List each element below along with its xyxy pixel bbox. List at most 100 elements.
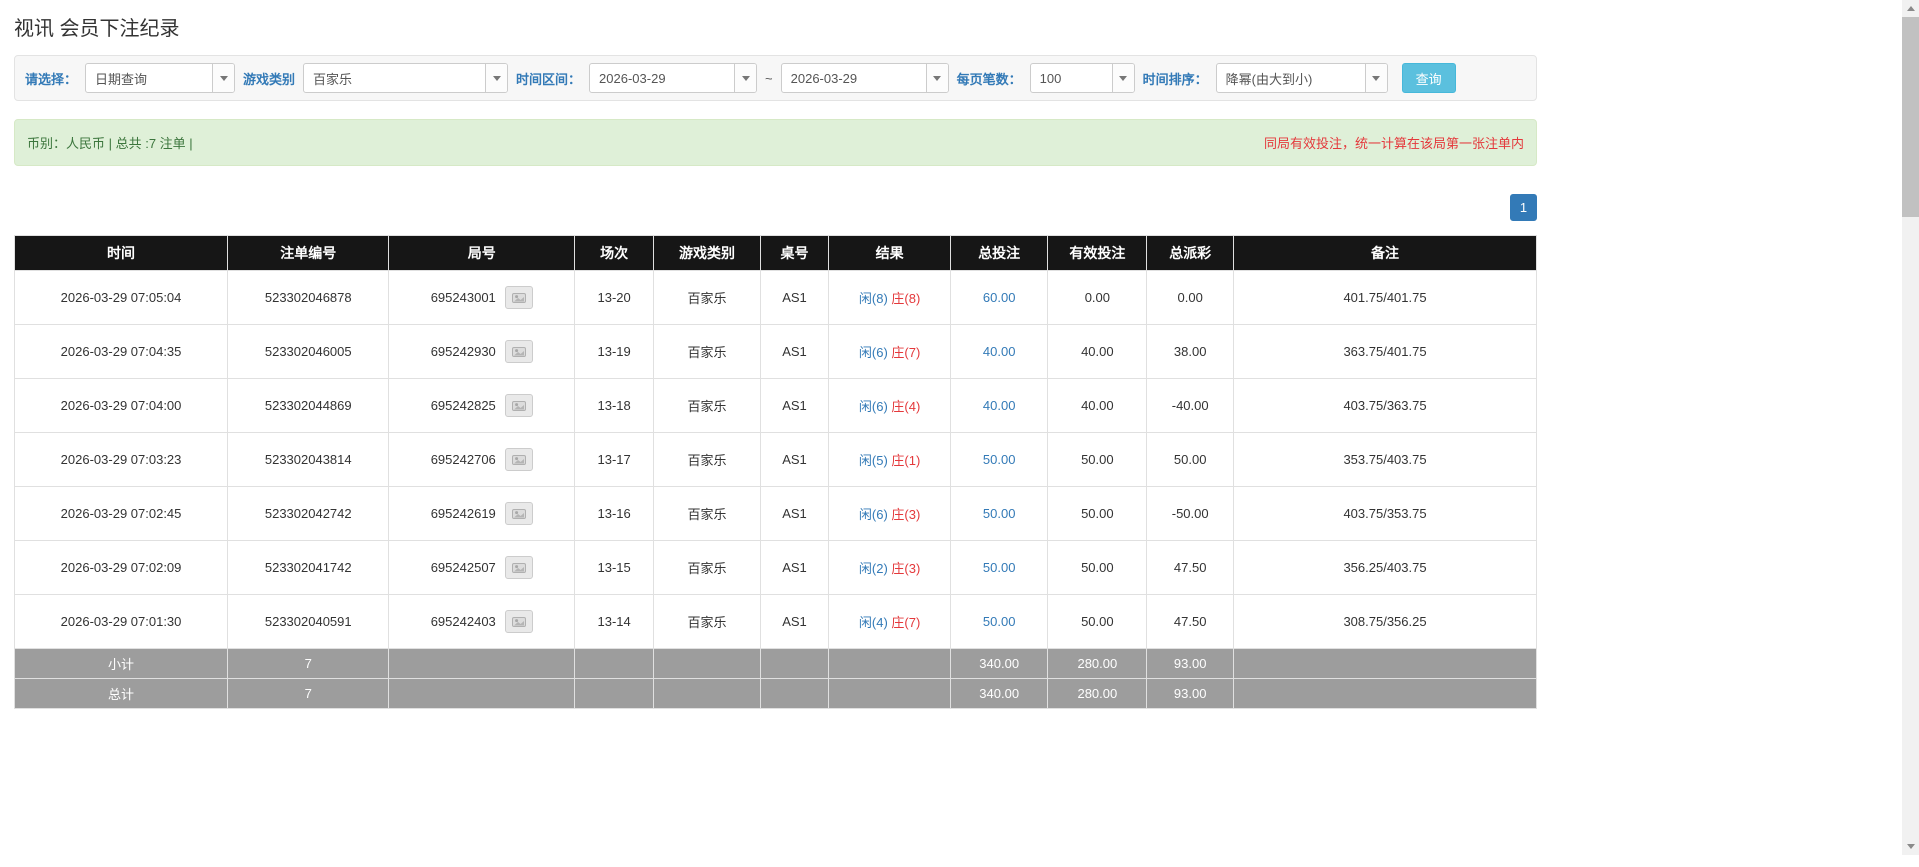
total-bet-link[interactable]: 50.00 <box>983 506 1016 521</box>
cell-game-type: 百家乐 <box>653 486 761 541</box>
pagination: 1 <box>14 194 1537 221</box>
total-empty-cell <box>759 678 830 709</box>
total-empty-cell <box>828 678 951 709</box>
cell-total-bet: 50.00 <box>949 486 1049 541</box>
date-to-caret-icon[interactable] <box>925 64 948 92</box>
time-sort-label: 时间排序： <box>1142 71 1208 87</box>
total-bet-link[interactable]: 50.00 <box>983 614 1016 629</box>
subtotal-count: 7 <box>227 648 390 679</box>
cell-bet-id: 523302046878 <box>227 270 390 325</box>
col-header-round-id: 局号 <box>388 235 576 271</box>
cell-result: 闲(6) 庄(7) <box>828 324 951 379</box>
col-header-bet-id: 注单编号 <box>227 235 390 271</box>
game-type-combo[interactable] <box>303 63 509 93</box>
game-replay-button[interactable] <box>504 502 533 525</box>
cell-result: 闲(6) 庄(4) <box>828 378 951 433</box>
cell-valid-bet: 50.00 <box>1047 594 1148 649</box>
time-sort-caret-icon[interactable] <box>1364 64 1387 92</box>
scrollbar[interactable] <box>1902 0 1919 855</box>
result-banker: 庄(3) <box>891 561 921 576</box>
cell-game-type: 百家乐 <box>653 378 761 433</box>
game-type-input[interactable] <box>304 64 486 92</box>
cell-payout: 50.00 <box>1146 432 1235 487</box>
cell-time: 2026-03-29 07:02:45 <box>13 486 229 541</box>
cell-result: 闲(8) 庄(8) <box>828 270 951 325</box>
round-id-text: 695242507 <box>430 560 496 575</box>
game-replay-button[interactable] <box>504 394 533 417</box>
pagination-page-1[interactable]: 1 <box>1510 194 1537 221</box>
cell-game-type: 百家乐 <box>653 324 761 379</box>
game-replay-button[interactable] <box>504 340 533 363</box>
total-bet-link[interactable]: 50.00 <box>983 452 1016 467</box>
subtotal-total-bet: 340.00 <box>949 648 1049 679</box>
cell-total-bet: 50.00 <box>949 594 1049 649</box>
date-to-input[interactable] <box>781 64 926 92</box>
result-banker: 庄(7) <box>891 615 921 630</box>
total-empty-cell <box>1233 678 1537 709</box>
scrollbar-thumb[interactable] <box>1902 17 1919 217</box>
date-from-caret-icon[interactable] <box>734 64 757 92</box>
cell-remark: 308.75/356.25 <box>1233 594 1537 649</box>
col-header-valid-bet: 有效投注 <box>1047 235 1148 271</box>
subtotal-label: 小计 <box>13 648 229 679</box>
result-player: 闲(5) <box>858 453 888 468</box>
cell-result: 闲(2) 庄(3) <box>828 540 951 595</box>
total-bet-link[interactable]: 60.00 <box>983 290 1016 305</box>
scroll-up-icon[interactable] <box>1902 0 1919 17</box>
game-replay-icon <box>511 508 526 519</box>
page-size-input[interactable] <box>1030 64 1112 92</box>
result-banker: 庄(7) <box>891 345 921 360</box>
cell-remark: 353.75/403.75 <box>1233 432 1537 487</box>
query-type-caret-icon[interactable] <box>212 64 235 92</box>
cell-total-bet: 50.00 <box>949 432 1049 487</box>
cell-table-no: AS1 <box>759 270 830 325</box>
game-replay-icon <box>511 346 526 357</box>
subtotal-payout: 93.00 <box>1146 648 1235 679</box>
col-header-time: 时间 <box>13 235 229 271</box>
result-player: 闲(4) <box>858 615 888 630</box>
cell-bet-id: 523302040591 <box>227 594 390 649</box>
game-replay-button[interactable] <box>504 610 533 633</box>
total-bet-link[interactable]: 40.00 <box>983 398 1016 413</box>
cell-time: 2026-03-29 07:05:04 <box>13 270 229 325</box>
page-size-label: 每页笔数： <box>956 71 1022 87</box>
page-size-caret-icon[interactable] <box>1111 64 1134 92</box>
result-player: 闲(6) <box>858 507 888 522</box>
query-type-combo[interactable] <box>85 63 236 93</box>
time-sort-input[interactable] <box>1216 64 1365 92</box>
total-bet-link[interactable]: 50.00 <box>983 560 1016 575</box>
game-replay-button[interactable] <box>504 448 533 471</box>
cell-valid-bet: 50.00 <box>1047 432 1148 487</box>
page-size-combo[interactable] <box>1029 63 1135 93</box>
cell-session: 13-17 <box>574 432 655 487</box>
cell-total-bet: 50.00 <box>949 540 1049 595</box>
cell-game-type: 百家乐 <box>653 270 761 325</box>
result-banker: 庄(4) <box>891 399 921 414</box>
cell-valid-bet: 50.00 <box>1047 540 1148 595</box>
date-from-combo[interactable] <box>589 63 758 93</box>
query-type-input[interactable] <box>86 64 213 92</box>
game-replay-icon <box>511 400 526 411</box>
round-id-text: 695242403 <box>430 614 496 629</box>
cell-payout: -40.00 <box>1146 378 1235 433</box>
cell-round-id: 695242930 <box>388 324 576 379</box>
cell-result: 闲(5) 庄(1) <box>828 432 951 487</box>
game-replay-button[interactable] <box>504 286 533 309</box>
date-to-combo[interactable] <box>780 63 949 93</box>
cell-round-id: 695242403 <box>388 594 576 649</box>
total-empty-cell <box>388 678 576 709</box>
total-bet-link[interactable]: 40.00 <box>983 344 1016 359</box>
bet-records-table: 时间 注单编号 局号 场次 游戏类别 桌号 结果 总投注 有效投注 总派彩 备注… <box>13 235 1537 709</box>
game-replay-button[interactable] <box>504 556 533 579</box>
main-content: 视讯 会员下注纪录 请选择： 游戏类别 时间区间： ~ 每页笔数： 时间排序： <box>13 12 1537 709</box>
cell-remark: 363.75/401.75 <box>1233 324 1537 379</box>
scroll-down-icon[interactable] <box>1902 838 1919 855</box>
total-count: 7 <box>227 678 390 709</box>
table-header-row: 时间 注单编号 局号 场次 游戏类别 桌号 结果 总投注 有效投注 总派彩 备注 <box>13 235 1537 271</box>
date-from-input[interactable] <box>590 64 735 92</box>
query-button[interactable]: 查询 <box>1401 63 1456 93</box>
game-type-caret-icon[interactable] <box>485 64 508 92</box>
time-sort-combo[interactable] <box>1215 63 1388 93</box>
game-type-label: 游戏类别 <box>243 71 296 87</box>
col-header-result: 结果 <box>828 235 951 271</box>
